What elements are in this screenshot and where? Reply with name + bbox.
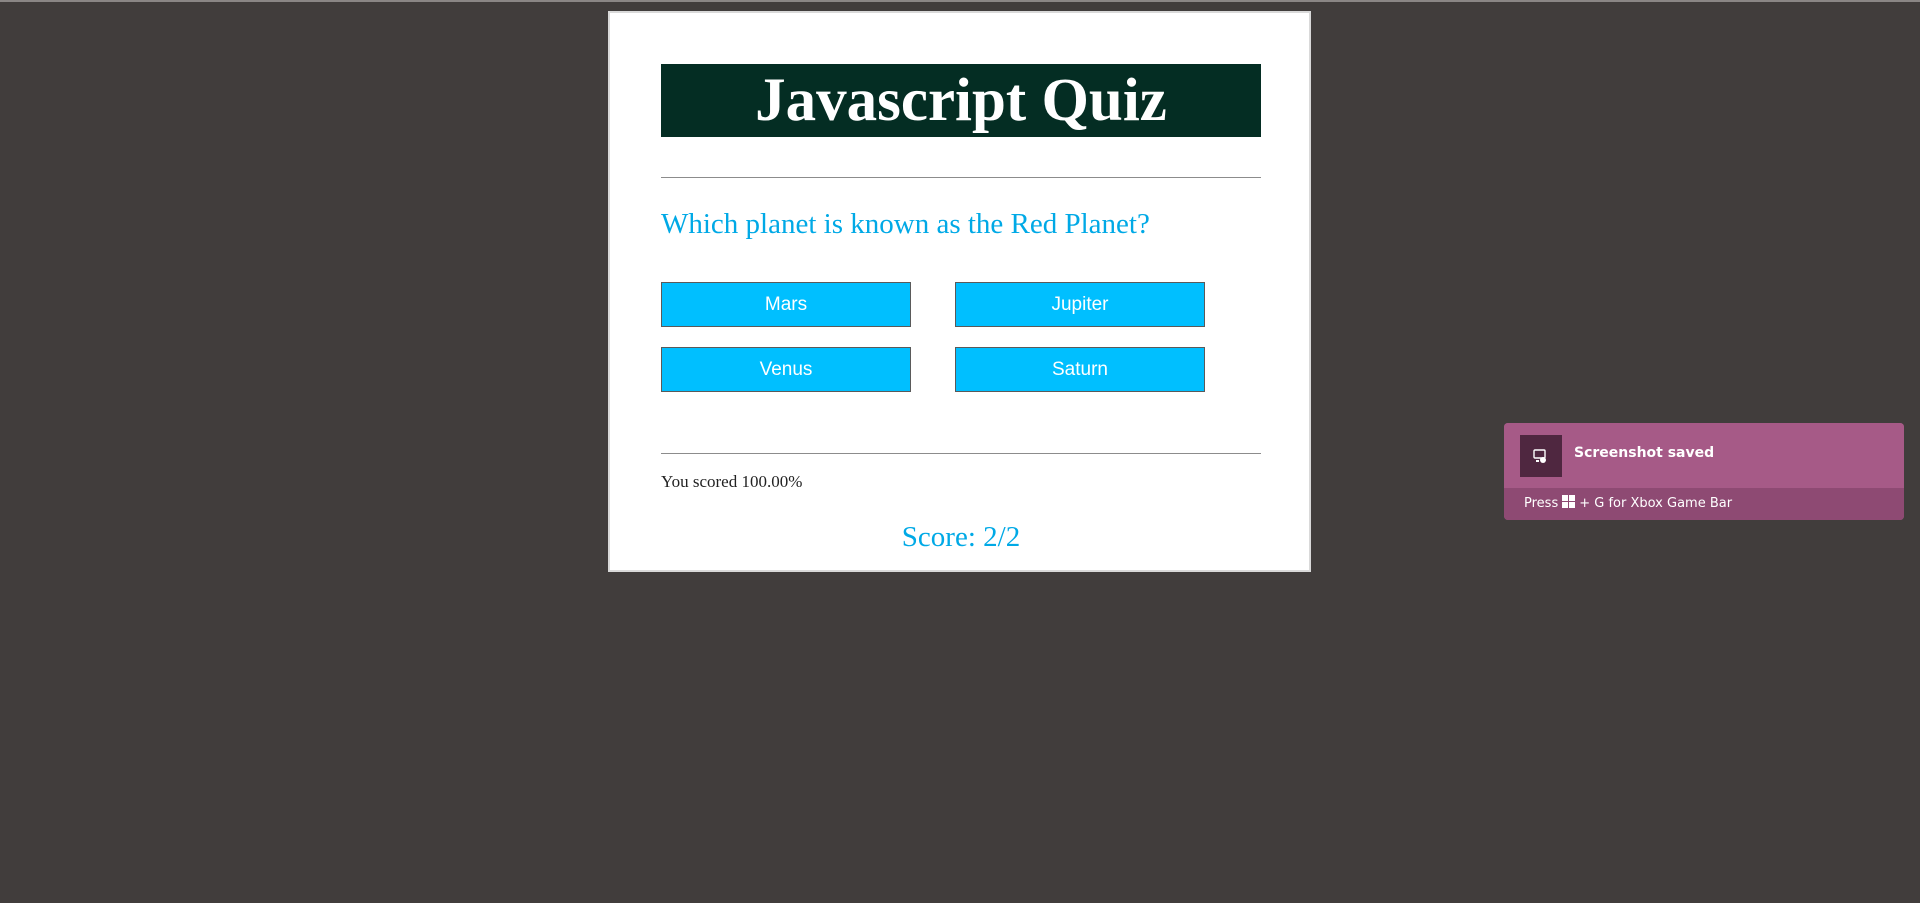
toast-title: Screenshot saved	[1574, 445, 1715, 461]
answer-button-jupiter[interactable]: Jupiter	[955, 282, 1205, 327]
quiz-header: Javascript Quiz	[661, 64, 1261, 137]
window-top-border	[0, 0, 1920, 2]
toast-hint: Press + G for Xbox Game Bar	[1524, 495, 1733, 511]
header-divider	[661, 177, 1261, 178]
score-display: Score: 2/2	[901, 521, 1021, 553]
game-bar-capture-icon	[1520, 435, 1562, 477]
footer-divider	[661, 453, 1261, 454]
screenshot-toast[interactable]: Screenshot saved Press + G for Xbox Game…	[1504, 423, 1904, 520]
windows-logo-icon	[1562, 495, 1576, 508]
page-title: Javascript Quiz	[755, 67, 1167, 134]
toast-header: Screenshot saved	[1504, 423, 1904, 488]
toast-hint-suffix: + G for Xbox Game Bar	[1579, 496, 1733, 511]
answer-button-venus[interactable]: Venus	[661, 347, 911, 392]
quiz-container: Javascript Quiz Which planet is known as…	[608, 11, 1311, 572]
answer-button-saturn[interactable]: Saturn	[955, 347, 1205, 392]
result-text: You scored 100.00%	[661, 472, 803, 491]
toast-footer: Press + G for Xbox Game Bar	[1504, 488, 1904, 520]
answer-button-mars[interactable]: Mars	[661, 282, 911, 327]
toast-hint-prefix: Press	[1524, 496, 1559, 511]
question-text: Which planet is known as the Red Planet?	[661, 208, 1150, 240]
